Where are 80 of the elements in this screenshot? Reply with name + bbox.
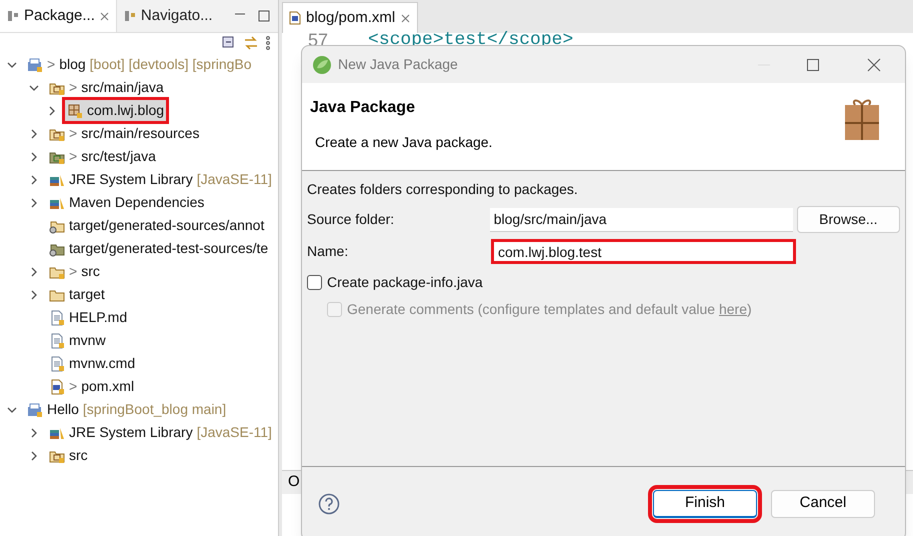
leaf-logo-icon (312, 54, 332, 74)
chevron-down-icon[interactable] (7, 404, 17, 414)
collapse-all-icon[interactable] (222, 36, 236, 50)
tree-item-label: target/generated-sources/annot (69, 216, 264, 235)
link-arrows-icon[interactable] (244, 36, 258, 50)
chevron-right-icon[interactable] (29, 174, 39, 184)
tree-item-label: src/test/java (81, 147, 156, 166)
tree-item-label: mvnw.cmd (69, 354, 136, 373)
chevron-right-icon[interactable] (29, 450, 39, 460)
more-options-icon[interactable] (266, 36, 270, 50)
package-icon (67, 102, 83, 118)
project-icon (27, 56, 43, 72)
chevron-down-icon[interactable] (7, 60, 17, 70)
input-field[interactable]: blog/src/main/java (490, 208, 793, 232)
close-icon[interactable] (400, 12, 412, 24)
dialog-heading: Java Package (310, 98, 416, 118)
dialog-title: New Java Package (338, 55, 458, 74)
change-marker: > (47, 55, 56, 74)
tree-item-label: Hello (47, 400, 79, 419)
tree-item-label: HELP.md (69, 308, 128, 327)
dialog-description: Create a new Java package. (314, 133, 492, 152)
file-icon (49, 378, 65, 394)
tree-item-label: Maven Dependencies (69, 193, 204, 212)
help-icon[interactable] (318, 492, 340, 514)
view-tab[interactable]: Navigato... (116, 0, 219, 32)
code-line: <scope>test</scope> (368, 33, 574, 47)
annotated-input-field[interactable]: com.lwj.blog.test (491, 239, 796, 264)
tree-item-decoration: [JavaSE-11] (196, 423, 272, 442)
chevron-right-icon[interactable] (29, 266, 39, 276)
tree-item-label: src (69, 446, 88, 465)
chevron-right-icon[interactable] (29, 290, 39, 300)
maximize-icon[interactable] (807, 58, 819, 70)
browse-button[interactable]: Browse... (796, 206, 900, 233)
package-view-icon (6, 9, 20, 23)
dialog-message: Creates folders corresponding to packages. (307, 180, 579, 199)
file-icon (289, 11, 301, 25)
chevron-down-icon[interactable] (29, 82, 39, 92)
chevron-right-icon[interactable] (47, 106, 57, 116)
cancel-button[interactable]: Cancel (771, 490, 875, 518)
field-label: Name: (307, 242, 350, 261)
change-marker: > (69, 377, 78, 396)
tree-item-label: target (69, 285, 105, 304)
project-icon (27, 402, 43, 418)
checkbox[interactable] (307, 275, 322, 290)
tree-item-label: target/generated-test-sources/te (69, 239, 268, 258)
change-marker: > (69, 147, 78, 166)
tree-item-label: mvnw (69, 331, 106, 350)
change-marker: > (69, 78, 78, 97)
editor-tab[interactable]: blog/pom.xml (282, 2, 418, 33)
close-icon[interactable] (867, 58, 881, 72)
tree-item-label: com.lwj.blog (87, 101, 164, 120)
chevron-right-icon[interactable] (29, 128, 39, 138)
tree-item-label: JRE System Library (69, 170, 193, 189)
hidden-tab-fragment: O (288, 472, 300, 492)
checkbox-label: Generate comments (configure templates and default value here) (347, 300, 752, 319)
tree-item-label: src/main/resources (81, 124, 200, 143)
gift-box-icon (843, 97, 881, 141)
tree-item-decoration: [boot] [devtools] [springBo (90, 55, 252, 74)
tree-item-label: src/main/java (81, 78, 164, 97)
tree-item-decoration: [springBoot_blog main] (82, 400, 226, 419)
tree-item-decoration: [JavaSE-11] (196, 170, 272, 189)
file-icon (49, 310, 65, 326)
tree-item-label: blog (59, 55, 86, 74)
tree-item-label: pom.xml (81, 377, 134, 396)
tree-item-label: JRE System Library (69, 423, 193, 442)
maximize-icon[interactable] (258, 10, 270, 22)
change-marker: > (69, 262, 78, 281)
field-label: Source folder: (307, 210, 396, 229)
close-icon[interactable] (98, 10, 110, 22)
chevron-right-icon[interactable] (29, 428, 39, 438)
annotated-tree-item[interactable]: com.lwj.blog (62, 97, 170, 124)
navigator-icon (122, 9, 137, 23)
tree-item-label: src (81, 262, 100, 281)
change-marker: > (69, 124, 78, 143)
file-icon (49, 332, 65, 348)
checkbox-label: Create package-info.java (327, 273, 483, 292)
view-tab[interactable]: Package... (0, 0, 116, 32)
chevron-right-icon[interactable] (29, 152, 39, 162)
file-icon (49, 356, 65, 372)
chevron-right-icon[interactable] (29, 198, 39, 208)
